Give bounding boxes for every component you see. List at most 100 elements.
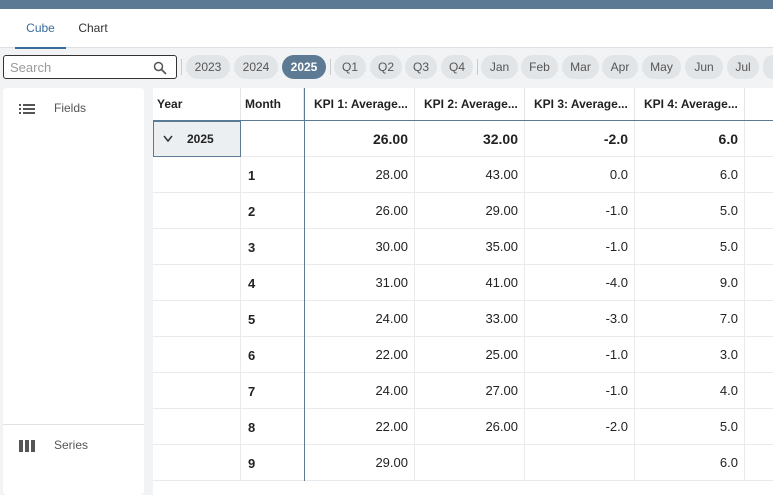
kpi2-cell: 43.00 xyxy=(415,157,525,193)
kpi4-cell: 5.0 xyxy=(635,229,745,265)
view-tabs: Cube Chart xyxy=(0,9,773,49)
tab-chart[interactable]: Chart xyxy=(72,9,114,47)
year-cell-empty xyxy=(153,409,241,445)
kpi4-cell: 6.0 xyxy=(635,157,745,193)
chip-month-may[interactable]: May xyxy=(642,55,681,79)
kpi2-cell: 26.00 xyxy=(415,409,525,445)
year-cell-empty xyxy=(153,193,241,229)
kpi1-cell: 24.00 xyxy=(305,373,415,409)
chip-year-2024[interactable]: 2024 xyxy=(234,55,278,79)
kpi2-cell: 35.00 xyxy=(415,229,525,265)
kpi1-cell: 29.00 xyxy=(305,445,415,481)
month-cell: 4 xyxy=(241,265,305,301)
chip-quarter-q2[interactable]: Q2 xyxy=(370,55,402,79)
filter-bar: 2023 2024 2025 Q1 Q2 Q3 Q4 Jan Feb Mar A… xyxy=(0,49,773,85)
kpi3-cell: -2.0 xyxy=(525,121,635,157)
kpi3-cell xyxy=(525,445,635,481)
column-header-kpi2[interactable]: KPI 2: Average... xyxy=(415,88,525,120)
filter-separator xyxy=(477,59,478,75)
chip-month-jan[interactable]: Jan xyxy=(481,55,518,79)
table-row: 1 28.00 43.00 0.0 6.0 xyxy=(153,157,773,193)
overflow-cell xyxy=(745,445,773,481)
kpi4-cell: 5.0 xyxy=(635,193,745,229)
kpi1-cell: 31.00 xyxy=(305,265,415,301)
kpi1-cell: 30.00 xyxy=(305,229,415,265)
search-icon[interactable] xyxy=(153,61,167,75)
table-row: 2 26.00 29.00 -1.0 5.0 xyxy=(153,193,773,229)
chip-year-2025[interactable]: 2025 xyxy=(282,55,326,79)
kpi2-cell: 29.00 xyxy=(415,193,525,229)
kpi1-cell: 24.00 xyxy=(305,301,415,337)
overflow-cell xyxy=(745,157,773,193)
chevron-down-icon[interactable] xyxy=(162,134,174,144)
kpi2-cell: 25.00 xyxy=(415,337,525,373)
kpi4-cell: 7.0 xyxy=(635,301,745,337)
overflow-cell xyxy=(745,193,773,229)
top-accent-bar xyxy=(0,0,773,9)
sidebar-item-series[interactable]: Series xyxy=(3,431,144,461)
month-cell-empty xyxy=(241,121,305,157)
kpi4-cell: 5.0 xyxy=(635,409,745,445)
sidebar-item-fields[interactable]: Fields xyxy=(3,94,144,124)
year-cell-empty xyxy=(153,265,241,301)
month-cell: 3 xyxy=(241,229,305,265)
kpi2-cell: 33.00 xyxy=(415,301,525,337)
month-cell: 2 xyxy=(241,193,305,229)
sidebar-item-label: Fields xyxy=(54,101,87,115)
chip-quarter-q4[interactable]: Q4 xyxy=(441,55,473,79)
column-header-month[interactable]: Month xyxy=(241,88,304,120)
overflow-cell xyxy=(745,121,773,157)
kpi3-cell: -2.0 xyxy=(525,409,635,445)
column-header-kpi1[interactable]: KPI 1: Average... xyxy=(305,88,415,120)
chip-quarter-q1[interactable]: Q1 xyxy=(334,55,366,79)
table-row: 5 24.00 33.00 -3.0 7.0 xyxy=(153,301,773,337)
kpi4-cell: 4.0 xyxy=(635,373,745,409)
table-row: 9 29.00 6.0 xyxy=(153,445,773,481)
year-group-2025[interactable]: 2025 xyxy=(153,121,241,157)
kpi2-cell: 41.00 xyxy=(415,265,525,301)
kpi3-cell: -3.0 xyxy=(525,301,635,337)
chip-month-apr[interactable]: Apr xyxy=(602,55,638,79)
table-row-total: 2025 26.00 32.00 -2.0 6.0 xyxy=(153,121,773,157)
kpi1-cell: 28.00 xyxy=(305,157,415,193)
kpi2-cell: 27.00 xyxy=(415,373,525,409)
filter-separator xyxy=(330,59,331,75)
tab-cube[interactable]: Cube xyxy=(15,9,66,49)
kpi3-cell: -1.0 xyxy=(525,337,635,373)
columns-icon xyxy=(19,440,35,452)
chip-quarter-q3[interactable]: Q3 xyxy=(405,55,437,79)
year-cell-empty xyxy=(153,445,241,481)
column-header-kpi4[interactable]: KPI 4: Average... xyxy=(635,88,745,120)
overflow-cell xyxy=(745,229,773,265)
kpi3-cell: -1.0 xyxy=(525,229,635,265)
pivot-grid: Year Month KPI 1: Average... KPI 2: Aver… xyxy=(153,88,773,495)
year-cell-empty xyxy=(153,229,241,265)
kpi3-cell: -1.0 xyxy=(525,373,635,409)
kpi4-cell: 6.0 xyxy=(635,121,745,157)
kpi2-cell xyxy=(415,445,525,481)
filter-separator xyxy=(181,59,182,75)
sidebar-item-label: Series xyxy=(54,438,89,452)
chip-month-feb[interactable]: Feb xyxy=(521,55,558,79)
chip-month-mar[interactable]: Mar xyxy=(562,55,599,79)
column-header-kpi3[interactable]: KPI 3: Average... xyxy=(525,88,635,120)
month-cell: 5 xyxy=(241,301,305,337)
search-input[interactable] xyxy=(10,58,150,76)
kpi4-cell: 9.0 xyxy=(635,265,745,301)
kpi3-cell: 0.0 xyxy=(525,157,635,193)
chip-month-jul[interactable]: Jul xyxy=(727,55,759,79)
kpi3-cell: -4.0 xyxy=(525,265,635,301)
month-cell: 6 xyxy=(241,337,305,373)
kpi1-cell: 26.00 xyxy=(305,193,415,229)
search-box xyxy=(3,55,177,79)
chip-month-more[interactable] xyxy=(763,55,773,79)
year-cell-empty xyxy=(153,157,241,193)
chip-month-jun[interactable]: Jun xyxy=(685,55,723,79)
column-header-year[interactable]: Year xyxy=(153,88,241,120)
table-row: 8 22.00 26.00 -2.0 5.0 xyxy=(153,409,773,445)
list-icon xyxy=(19,104,35,114)
year-label: 2025 xyxy=(187,132,214,146)
year-cell-empty xyxy=(153,373,241,409)
kpi4-cell: 3.0 xyxy=(635,337,745,373)
chip-year-2023[interactable]: 2023 xyxy=(186,55,230,79)
